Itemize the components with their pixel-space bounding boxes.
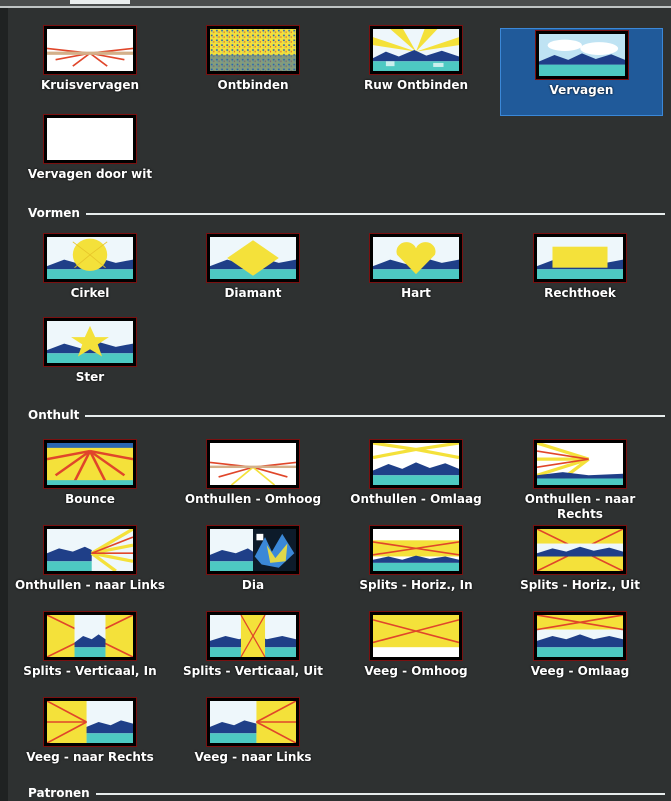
- transition-label: Onthullen - naar Rechts: [524, 492, 636, 521]
- reveal-left-preview-icon: [43, 525, 137, 575]
- left-panel-edge: [0, 8, 8, 801]
- transition-ontbinden[interactable]: Ontbinden: [173, 25, 333, 93]
- reveal-down-preview-icon: [369, 439, 463, 489]
- transition-label: Ster: [75, 370, 105, 384]
- transition-onthullen-omhoog[interactable]: Onthullen - Omhoog: [173, 439, 333, 507]
- transition-dia[interactable]: Dia: [173, 525, 333, 593]
- transition-veeg-omlaag[interactable]: Veeg - Omlaag: [500, 611, 660, 679]
- transition-veeg-omhoog[interactable]: Veeg - Omhoog: [336, 611, 496, 679]
- section-divider: [28, 213, 665, 215]
- section-header-vormen: Vormen: [18, 206, 671, 222]
- transition-onthullen-naar-links[interactable]: Onthullen - naar Links: [10, 525, 170, 593]
- transition-label: Cirkel: [70, 286, 110, 300]
- transition-label: Diamant: [224, 286, 282, 300]
- transition-ruw-ontbinden[interactable]: Ruw Ontbinden: [336, 25, 496, 93]
- transition-splits-verticaal-in[interactable]: Splits - Verticaal, In: [10, 611, 170, 679]
- transition-label: Splits - Horiz., In: [359, 578, 473, 592]
- transition-label: Splits - Verticaal, In: [23, 664, 157, 678]
- transition-hart[interactable]: Hart: [336, 233, 496, 301]
- transition-bounce[interactable]: Bounce: [10, 439, 170, 507]
- transition-splits-horiz-in[interactable]: Splits - Horiz., In: [336, 525, 496, 593]
- transition-label: Veeg - naar Links: [194, 750, 312, 764]
- transition-kruisvervagen[interactable]: Kruisvervagen: [10, 25, 170, 93]
- dissolve-preview-icon: [206, 25, 300, 75]
- transition-onthullen-naar-rechts[interactable]: Onthullen - naar Rechts: [500, 439, 660, 522]
- transition-label: Ruw Ontbinden: [363, 78, 469, 92]
- slide-preview-icon: [206, 525, 300, 575]
- transition-rechthoek[interactable]: Rechthoek: [500, 233, 660, 301]
- transition-vervagen-door-wit[interactable]: Vervagen door wit: [10, 114, 170, 182]
- transition-label: Onthullen - naar Links: [14, 578, 166, 592]
- transition-label: Vervagen door wit: [27, 167, 153, 181]
- section-title: Vormen: [28, 206, 86, 220]
- top-cut-off-label: [70, 0, 130, 4]
- transition-label: Vervagen: [549, 83, 614, 97]
- transition-label: Dia: [241, 578, 265, 592]
- fade-preview-icon: [534, 30, 629, 80]
- split-vertical-out-preview-icon: [206, 611, 300, 661]
- transition-splits-verticaal-uit[interactable]: Splits - Verticaal, Uit: [173, 611, 333, 679]
- transition-splits-horiz-uit[interactable]: Splits - Horiz., Uit: [500, 525, 660, 593]
- rectangle-preview-icon: [533, 233, 627, 283]
- transition-label: Veeg - Omhoog: [364, 664, 468, 678]
- transition-cirkel[interactable]: Cirkel: [10, 233, 170, 301]
- wipe-down-preview-icon: [533, 611, 627, 661]
- section-header-patronen: Patronen: [18, 786, 671, 801]
- circle-preview-icon: [43, 233, 137, 283]
- transition-label: Bounce: [65, 492, 115, 506]
- transition-label: Splits - Horiz., Uit: [520, 578, 640, 592]
- bounce-preview-icon: [43, 439, 137, 489]
- transition-label: Hart: [401, 286, 431, 300]
- transition-veeg-naar-links[interactable]: Veeg - naar Links: [173, 697, 333, 765]
- heart-preview-icon: [369, 233, 463, 283]
- split-horizontal-in-preview-icon: [369, 525, 463, 575]
- reveal-right-preview-icon: [533, 439, 627, 489]
- transition-label: Kruisvervagen: [40, 78, 140, 92]
- transition-label: Onthullen - Omlaag: [350, 492, 482, 506]
- section-divider: [28, 793, 665, 795]
- transition-label: Veeg - naar Rechts: [26, 750, 154, 764]
- wipe-right-preview-icon: [43, 697, 137, 747]
- section-header-onthult: Onthult: [18, 408, 671, 424]
- transition-label: Ontbinden: [217, 78, 289, 92]
- transition-label: Splits - Verticaal, Uit: [183, 664, 323, 678]
- transition-diamant[interactable]: Diamant: [173, 233, 333, 301]
- fade-through-white-preview-icon: [43, 114, 137, 164]
- section-title: Patronen: [28, 786, 96, 800]
- reveal-up-preview-icon: [206, 439, 300, 489]
- wipe-up-preview-icon: [369, 611, 463, 661]
- transition-label: Rechthoek: [544, 286, 616, 300]
- split-vertical-in-preview-icon: [43, 611, 137, 661]
- wipe-left-preview-icon: [206, 697, 300, 747]
- split-horizontal-out-preview-icon: [533, 525, 627, 575]
- transition-label: Veeg - Omlaag: [530, 664, 630, 678]
- transition-veeg-naar-rechts[interactable]: Veeg - naar Rechts: [10, 697, 170, 765]
- transition-label: Onthullen - Omhoog: [184, 492, 322, 506]
- transition-onthullen-omlaag[interactable]: Onthullen - Omlaag: [336, 439, 496, 507]
- section-title: Onthult: [28, 408, 86, 422]
- cross-fade-preview-icon: [43, 25, 137, 75]
- section-divider: [28, 415, 665, 417]
- diamond-preview-icon: [206, 233, 300, 283]
- transition-ster[interactable]: Ster: [10, 317, 170, 385]
- transition-vervagen[interactable]: Vervagen: [500, 28, 663, 116]
- rough-dissolve-preview-icon: [369, 25, 463, 75]
- star-preview-icon: [43, 317, 137, 367]
